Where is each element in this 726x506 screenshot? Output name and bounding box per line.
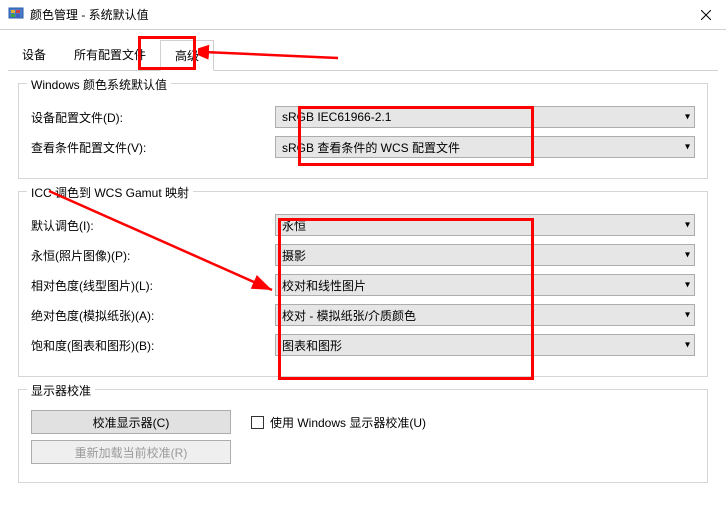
group-display-calibration: 显示器校准 校准显示器(C) 使用 Windows 显示器校准(U) 重新加载当…	[18, 389, 708, 483]
titlebar: 颜色管理 - 系统默认值	[0, 0, 726, 30]
tab-advanced[interactable]: 高级	[160, 40, 214, 71]
perceptual-combo[interactable]: 摄影 ▾	[275, 244, 695, 266]
perceptual-label: 永恒(照片图像)(P):	[31, 247, 275, 264]
absolute-label: 绝对色度(模拟纸张)(A):	[31, 307, 275, 324]
chevron-down-icon: ▾	[685, 340, 690, 351]
group-title: ICC 调色到 WCS Gamut 映射	[27, 184, 193, 201]
combo-value: sRGB IEC61966-2.1	[282, 110, 391, 124]
combo-value: 永恒	[282, 217, 306, 234]
chevron-down-icon: ▾	[685, 250, 690, 261]
default-intent-combo[interactable]: 永恒 ▾	[275, 214, 695, 236]
absolute-combo[interactable]: 校对 - 模拟纸张/介质颜色 ▾	[275, 304, 695, 326]
saturation-combo[interactable]: 图表和图形 ▾	[275, 334, 695, 356]
combo-value: 摄影	[282, 247, 306, 264]
combo-value: 图表和图形	[282, 337, 342, 354]
chevron-down-icon: ▾	[685, 112, 690, 123]
checkbox-label: 使用 Windows 显示器校准(U)	[270, 414, 426, 431]
view-conditions-label: 查看条件配置文件(V):	[31, 139, 275, 156]
view-conditions-combo[interactable]: sRGB 查看条件的 WCS 配置文件 ▾	[275, 136, 695, 158]
combo-value: sRGB 查看条件的 WCS 配置文件	[282, 139, 460, 156]
group-windows-defaults: Windows 颜色系统默认值 设备配置文件(D): sRGB IEC61966…	[18, 83, 708, 179]
content-area: Windows 颜色系统默认值 设备配置文件(D): sRGB IEC61966…	[0, 71, 726, 503]
combo-value: 校对和线性图片	[282, 277, 366, 294]
chevron-down-icon: ▾	[685, 310, 690, 321]
device-profile-label: 设备配置文件(D):	[31, 109, 275, 126]
use-windows-calibration-checkbox[interactable]: 使用 Windows 显示器校准(U)	[251, 414, 426, 431]
relative-label: 相对色度(线型图片)(L):	[31, 277, 275, 294]
group-icc-wcs: ICC 调色到 WCS Gamut 映射 默认调色(I): 永恒 ▾ 永恒(照片…	[18, 191, 708, 377]
tab-profiles[interactable]: 所有配置文件	[60, 40, 160, 71]
tab-device[interactable]: 设备	[8, 40, 60, 71]
device-profile-combo[interactable]: sRGB IEC61966-2.1 ▾	[275, 106, 695, 128]
saturation-label: 饱和度(图表和图形)(B):	[31, 337, 275, 354]
combo-value: 校对 - 模拟纸张/介质颜色	[282, 307, 416, 324]
default-intent-label: 默认调色(I):	[31, 217, 275, 234]
app-icon	[8, 7, 24, 23]
close-button[interactable]	[686, 0, 726, 30]
group-title: 显示器校准	[27, 382, 95, 399]
chevron-down-icon: ▾	[685, 220, 690, 231]
group-title: Windows 颜色系统默认值	[27, 76, 171, 93]
reload-calibration-button[interactable]: 重新加载当前校准(R)	[31, 440, 231, 464]
tabs-bar: 设备 所有配置文件 高级	[0, 30, 726, 71]
window-title: 颜色管理 - 系统默认值	[30, 6, 686, 23]
relative-combo[interactable]: 校对和线性图片 ▾	[275, 274, 695, 296]
calibrate-display-button[interactable]: 校准显示器(C)	[31, 410, 231, 434]
chevron-down-icon: ▾	[685, 142, 690, 153]
checkbox-icon	[251, 416, 264, 429]
chevron-down-icon: ▾	[685, 280, 690, 291]
